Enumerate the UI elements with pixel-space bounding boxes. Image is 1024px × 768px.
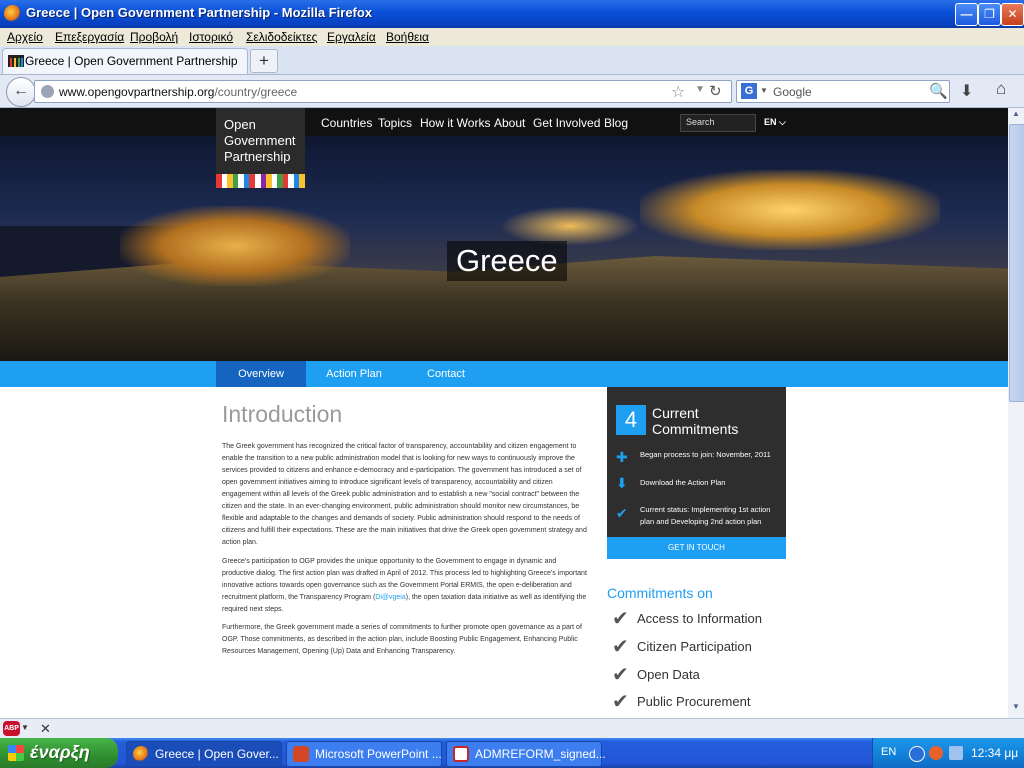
- start-button[interactable]: έναρξη: [0, 738, 118, 768]
- check-icon: ✔: [612, 608, 629, 630]
- adblock-plus-icon[interactable]: ABP: [3, 721, 20, 736]
- nav-topics[interactable]: Topics: [378, 116, 412, 130]
- reload-icon[interactable]: ↻: [709, 82, 722, 100]
- menu-tools[interactable]: Εργαλεία: [327, 30, 376, 44]
- pdf-icon: [453, 746, 469, 762]
- logo-stripes: [216, 174, 305, 188]
- country-tabs: Overview Action Plan Contact: [0, 361, 1008, 387]
- tab-overview[interactable]: Overview: [216, 361, 306, 387]
- url-bar[interactable]: www.opengovpartnership.org/country/greec…: [34, 80, 732, 103]
- scroll-down-icon[interactable]: ▼: [1009, 702, 1023, 716]
- taskbar-powerpoint[interactable]: Microsoft PowerPoint ...: [286, 741, 442, 767]
- commitments-card: 4 Current Commitments ✚ Began process to …: [607, 387, 786, 559]
- windows-flag-icon: [8, 745, 24, 761]
- menu-edit[interactable]: Επεξεργασία: [55, 30, 124, 44]
- google-engine-icon[interactable]: G: [741, 83, 757, 99]
- tray-arrow-icon[interactable]: [909, 746, 925, 762]
- browser-tab[interactable]: Greece | Open Government Partnership: [2, 48, 248, 74]
- taskbar: έναρξη Greece | Open Gover... Microsoft …: [0, 738, 1024, 768]
- engine-dropdown-icon[interactable]: ▼: [760, 86, 768, 95]
- nav-get-involved[interactable]: Get Involved: [533, 116, 600, 130]
- tray-app-icon[interactable]: [929, 746, 943, 760]
- commitments-heading: Commitments on: [607, 585, 713, 601]
- nav-countries[interactable]: Countries: [321, 116, 372, 130]
- tab-contact[interactable]: Contact: [410, 361, 482, 387]
- tab-action-plan[interactable]: Action Plan: [314, 361, 394, 387]
- home-icon[interactable]: ⌂: [996, 79, 1006, 99]
- addon-bar: ABP ▼ ✕: [0, 718, 1024, 739]
- began-process: Began process to join: November, 2011: [640, 450, 771, 459]
- powerpoint-icon: [293, 746, 309, 762]
- checkmark-icon: ✔: [616, 505, 628, 521]
- current-status: Current status: Implementing 1st action …: [640, 505, 771, 526]
- close-button[interactable]: ✕: [1001, 3, 1024, 26]
- globe-icon: [41, 85, 54, 98]
- ogp-favicon-icon: [8, 55, 24, 67]
- system-tray: EN 12:34 μμ: [872, 738, 1024, 768]
- menu-bar: Αρχείο Επεξεργασία Προβολή Ιστορικό Σελι…: [0, 28, 1024, 46]
- url-text: www.opengovpartnership.org/country/greec…: [59, 85, 298, 99]
- minimize-button[interactable]: —: [955, 3, 978, 26]
- close-addon-bar-icon[interactable]: ✕: [40, 721, 51, 737]
- check-icon: ✔: [612, 691, 629, 713]
- scrollbar-thumb[interactable]: [1009, 124, 1024, 402]
- plus-icon: ✚: [616, 449, 628, 465]
- nav-how-it-works[interactable]: How it Works: [420, 116, 490, 130]
- window-title: Greece | Open Government Partnership - M…: [26, 5, 373, 20]
- taskbar-firefox[interactable]: Greece | Open Gover...: [126, 741, 282, 767]
- menu-history[interactable]: Ιστορικό: [189, 30, 233, 44]
- taskbar-pdf[interactable]: ADMREFORM_signed...: [446, 741, 606, 767]
- menu-view[interactable]: Προβολή: [130, 30, 178, 44]
- intro-paragraph-3: Furthermore, the Greek government made a…: [222, 624, 582, 655]
- intro-paragraph-2: Greece's participation to OGP provides t…: [222, 558, 587, 613]
- window-titlebar: Greece | Open Government Partnership - M…: [0, 0, 1024, 28]
- check-icon: ✔: [612, 664, 629, 686]
- menu-help[interactable]: Βοήθεια: [386, 30, 429, 44]
- site-nav: Countries Topics How it Works About Get …: [0, 108, 1008, 136]
- history-dropdown-icon[interactable]: ▼: [695, 84, 705, 95]
- language-select[interactable]: EN ⌵: [764, 117, 786, 128]
- menu-bookmarks[interactable]: Σελιδοδείκτες: [246, 30, 317, 44]
- download-plan-icon: ⬇: [616, 475, 628, 491]
- nav-about[interactable]: About: [494, 116, 525, 130]
- navigation-bar: ← www.opengovpartnership.org/country/gre…: [0, 75, 1024, 108]
- download-icon[interactable]: ⬇: [960, 81, 973, 101]
- page-viewport: Countries Topics How it Works About Get …: [0, 108, 1008, 718]
- new-tab-button[interactable]: +: [250, 49, 278, 73]
- logo-text: Open Government Partnership: [224, 117, 296, 164]
- input-language[interactable]: EN: [881, 746, 896, 758]
- back-button[interactable]: ←: [6, 77, 36, 107]
- search-placeholder: Google: [773, 85, 812, 99]
- firefox-icon: [4, 5, 21, 22]
- intro-paragraph-1: The Greek government has recognized the …: [222, 443, 587, 546]
- tab-strip: Greece | Open Government Partnership +: [0, 46, 1024, 75]
- adblock-dropdown-icon[interactable]: ▼: [21, 723, 29, 732]
- intro-heading: Introduction: [222, 401, 343, 427]
- scroll-up-icon[interactable]: ▲: [1009, 109, 1023, 123]
- commitment-count: 4: [616, 405, 646, 435]
- diavgeia-link[interactable]: Di@vgeia: [375, 594, 405, 601]
- country-title: Greece: [447, 241, 567, 281]
- get-in-touch-button[interactable]: GET IN TOUCH: [607, 537, 786, 559]
- tab-label: Greece | Open Government Partnership: [25, 54, 238, 68]
- firefox-icon: [133, 746, 149, 762]
- nav-blog[interactable]: Blog: [604, 116, 628, 130]
- card-title: Current Commitments: [652, 405, 739, 437]
- search-icon[interactable]: 🔍: [929, 82, 948, 100]
- site-search-input[interactable]: Search: [680, 114, 756, 132]
- clock: 12:34 μμ: [971, 746, 1019, 760]
- check-icon: ✔: [612, 636, 629, 658]
- menu-file[interactable]: Αρχείο: [7, 30, 43, 44]
- maximize-button[interactable]: ❐: [978, 3, 1001, 26]
- network-icon[interactable]: [949, 746, 963, 760]
- search-bar[interactable]: G ▼ Google 🔍: [736, 80, 950, 103]
- vertical-scrollbar[interactable]: ▲ ▼: [1008, 108, 1024, 718]
- ogp-logo[interactable]: Open Government Partnership: [216, 108, 305, 188]
- download-action-plan-link[interactable]: Download the Action Plan: [640, 477, 780, 489]
- bookmark-star-icon[interactable]: ☆: [671, 82, 685, 102]
